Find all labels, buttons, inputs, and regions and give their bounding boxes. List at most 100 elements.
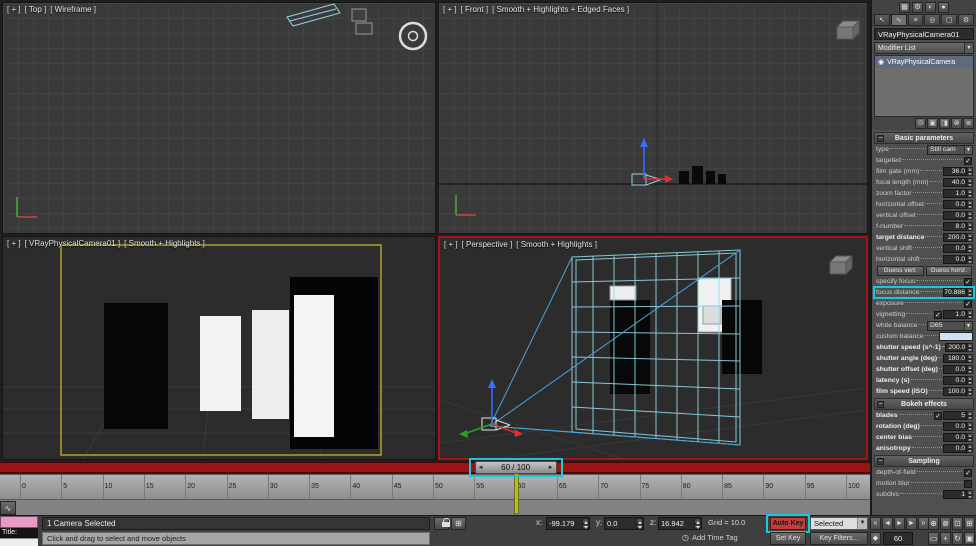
tab-hierarchy[interactable]: ≡ xyxy=(907,14,924,26)
spinner-arrows[interactable] xyxy=(967,222,973,231)
render-production-icon[interactable]: ● xyxy=(938,1,949,13)
go-to-start-button[interactable]: « xyxy=(870,517,881,530)
coord-y-field[interactable]: 0.0 xyxy=(604,517,644,530)
color-swatch[interactable] xyxy=(939,332,973,341)
rollout-header-bokeh-effects[interactable]: − Bokeh effects xyxy=(874,398,974,410)
value-field[interactable]: 0.0 xyxy=(943,433,967,442)
viewcube[interactable] xyxy=(835,19,861,41)
checkbox[interactable]: ✓ xyxy=(964,468,972,477)
spinner-arrows[interactable] xyxy=(967,178,973,187)
value-field[interactable]: 0.0 xyxy=(943,244,967,253)
viewport-top[interactable]: [ + ] [ Top ] [ Wireframe ] xyxy=(2,2,436,234)
viewport-shading-button[interactable]: [ Smooth + Highlights ] xyxy=(124,239,205,248)
pin-stack-icon[interactable]: ⊙ xyxy=(915,118,926,129)
value-field[interactable]: 70.886 xyxy=(943,288,967,297)
checkbox[interactable]: ✓ xyxy=(964,156,972,165)
current-frame-field[interactable]: 60 xyxy=(883,532,913,545)
spinner-arrows[interactable] xyxy=(582,518,589,529)
tab-create[interactable]: ↖ xyxy=(874,14,890,26)
spinner-arrows[interactable] xyxy=(967,167,973,176)
box-objects-front[interactable] xyxy=(679,166,726,184)
spinner-arrows[interactable] xyxy=(967,189,973,198)
layer-manager-icon[interactable]: ▦ xyxy=(899,1,910,13)
spinner-arrows[interactable] xyxy=(967,211,973,220)
track-bar[interactable]: ∿ xyxy=(0,499,870,515)
spinner-arrows[interactable] xyxy=(967,244,973,253)
modifier-list-dropdown[interactable]: Modifier List ▼ xyxy=(874,42,974,54)
zoom-all-icon[interactable]: ⊗ xyxy=(940,517,951,530)
value-field[interactable]: 0.0 xyxy=(943,444,967,453)
value-field[interactable]: 0.0 xyxy=(943,255,967,264)
make-unique-icon[interactable]: ◨ xyxy=(939,118,950,129)
box-objects-cameraview[interactable] xyxy=(104,277,378,449)
button-guess-horiz[interactable]: Guess horiz. xyxy=(925,265,972,276)
spinner-arrows[interactable] xyxy=(967,255,973,264)
value-field[interactable]: 0.0 xyxy=(943,200,967,209)
spinner-arrows[interactable] xyxy=(967,354,973,363)
key-filters-button[interactable]: Key Filters... xyxy=(810,532,868,545)
value-field[interactable]: 100.0 xyxy=(943,387,967,396)
spinner-arrows[interactable] xyxy=(967,433,973,442)
zoom-region-icon[interactable]: ▭ xyxy=(928,532,939,545)
viewport-menu-button[interactable]: [ + ] xyxy=(7,5,21,14)
value-field[interactable]: 1 xyxy=(943,490,967,499)
timeline-ruler[interactable]: 0 5 10 15 20 25 30 35 40 45 50 55 60 65 70 75 80 85 90 95 10… xyxy=(0,474,870,499)
spinner-arrows[interactable] xyxy=(967,288,973,297)
spinner-arrows[interactable] xyxy=(694,518,701,529)
coord-z-field[interactable]: 16.942 xyxy=(658,517,702,530)
value-field[interactable]: 8.0 xyxy=(943,222,967,231)
box-objects-perspective[interactable] xyxy=(609,277,762,394)
plane-object-top[interactable] xyxy=(286,3,341,27)
value-field[interactable]: 0.0 xyxy=(943,422,967,431)
coord-x-field[interactable]: -99.179 xyxy=(546,517,590,530)
value-field[interactable]: 200.0 xyxy=(944,343,968,352)
checkbox[interactable]: ✓ xyxy=(934,310,942,319)
selection-lock-toggle[interactable] xyxy=(434,517,449,530)
spinner-arrows[interactable] xyxy=(967,343,973,352)
spinner-arrows[interactable] xyxy=(967,422,973,431)
checkbox[interactable]: ✓ xyxy=(934,411,942,420)
button-guess-vert[interactable]: Guess vert. xyxy=(877,265,924,276)
viewport-camera[interactable]: [ + ] [ VRayPhysicalCamera01 ] [ Smooth … xyxy=(2,236,436,460)
checkbox[interactable] xyxy=(964,479,972,488)
tab-modify[interactable]: ∿ xyxy=(890,14,907,26)
render-setup-icon[interactable]: ⚙ xyxy=(912,1,923,13)
zoom-extents-all-icon[interactable]: ⊞ xyxy=(964,517,975,530)
value-field[interactable]: 0.0 xyxy=(943,376,967,385)
rendered-frame-window-icon[interactable]: ◐ xyxy=(925,1,936,13)
rollout-header-basic-parameters[interactable]: − Basic parameters xyxy=(874,132,974,144)
spinner-arrows[interactable] xyxy=(967,444,973,453)
tab-utilities[interactable]: ⚙ xyxy=(958,14,974,26)
spinner-arrows[interactable] xyxy=(636,518,643,529)
spinner-arrows[interactable] xyxy=(967,411,973,420)
checkbox[interactable]: ✓ xyxy=(964,277,972,286)
modifier-stack-item[interactable]: ◉ VRayPhysicalCamera xyxy=(875,56,973,68)
auto-key-button[interactable]: Auto Key xyxy=(770,517,806,530)
value-field[interactable]: 200.0 xyxy=(943,233,967,242)
add-time-tag-button[interactable]: Add Time Tag xyxy=(692,533,738,542)
mini-curve-editor-button[interactable]: ∿ xyxy=(0,501,16,515)
tab-display[interactable]: ▢ xyxy=(941,14,958,26)
show-end-result-icon[interactable]: ▣ xyxy=(927,118,938,129)
value-field[interactable]: 5 xyxy=(943,411,967,420)
previous-frame-button[interactable]: ◄ xyxy=(882,517,893,530)
absolute-offset-toggle[interactable]: ⊞ xyxy=(451,517,466,530)
object-name-field[interactable]: VRayPhysicalCamera01 xyxy=(874,28,974,40)
next-frame-button[interactable]: ► xyxy=(906,517,917,530)
dome-light-gizmo[interactable] xyxy=(398,21,428,51)
modifier-stack[interactable]: ◉ VRayPhysicalCamera xyxy=(874,55,974,117)
box-objects-top[interactable] xyxy=(351,8,373,35)
viewport-front[interactable]: [ + ] [ Front ] [ Smooth + Highlights + … xyxy=(438,2,868,234)
chevron-down-icon[interactable]: ▼ xyxy=(857,518,867,529)
set-key-button[interactable]: Set Key xyxy=(770,532,806,545)
dropdown[interactable]: D65 ▼ xyxy=(927,320,973,331)
spinner-arrows[interactable] xyxy=(967,310,973,319)
value-field[interactable]: 0.0 xyxy=(943,211,967,220)
time-slider-track[interactable] xyxy=(0,462,870,473)
key-mode-toggle[interactable]: ◆ xyxy=(870,532,881,545)
viewport-name-button[interactable]: [ VRayPhysicalCamera01 ] xyxy=(25,239,121,248)
pan-icon[interactable]: + xyxy=(940,532,951,545)
viewport-shading-button[interactable]: [ Smooth + Highlights + Edged Faces ] xyxy=(492,5,629,14)
rollout-header-sampling[interactable]: − Sampling xyxy=(874,455,974,467)
viewcube[interactable] xyxy=(828,254,854,276)
